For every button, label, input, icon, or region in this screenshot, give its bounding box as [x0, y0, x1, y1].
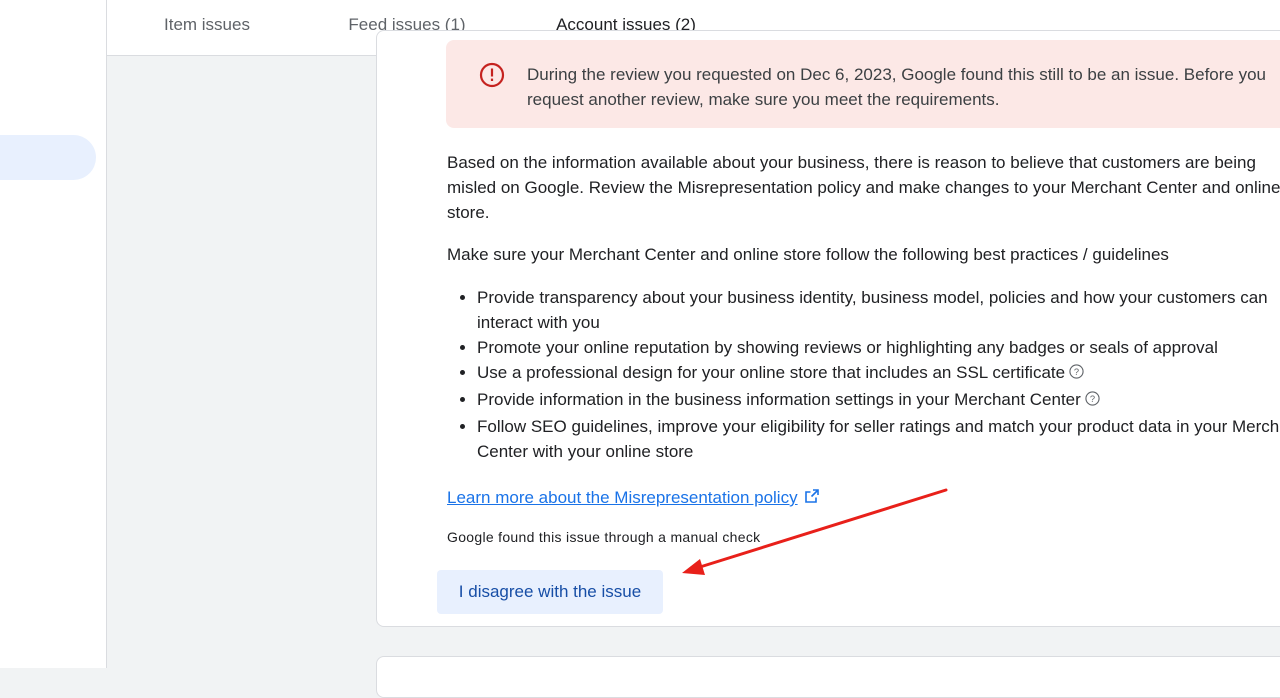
guidelines-list: Provide transparency about your business… [447, 285, 1280, 464]
learn-more-link[interactable]: Learn more about the Misrepresentation p… [447, 485, 820, 510]
guideline-text: Provide transparency about your business… [477, 288, 1268, 332]
external-link-icon [804, 489, 819, 503]
guideline-item: Follow SEO guidelines, improve your elig… [477, 414, 1280, 464]
issue-description: Based on the information available about… [447, 153, 1280, 222]
disagree-button[interactable]: I disagree with the issue [437, 570, 663, 614]
help-icon[interactable]: ? [1069, 364, 1084, 379]
sidebar-selected-item[interactable] [0, 135, 96, 180]
guideline-text: Use a professional design for your onlin… [477, 363, 1066, 382]
guideline-item: Promote your online reputation by showin… [477, 335, 1280, 360]
guideline-item: Provide transparency about your business… [477, 285, 1280, 335]
tab-item-issues[interactable]: Item issues [137, 0, 277, 55]
guideline-item: Use a professional design for your onlin… [477, 360, 1280, 385]
error-icon [479, 62, 505, 88]
svg-text:?: ? [1074, 367, 1079, 377]
learn-more-link-label: Learn more about the Misrepresentation p… [447, 488, 798, 507]
help-icon[interactable]: ? [1085, 391, 1100, 406]
alert-message: During the review you requested on Dec 6… [527, 65, 1267, 109]
svg-text:?: ? [1090, 394, 1095, 404]
guideline-text: Provide information in the business info… [477, 390, 1081, 409]
guideline-item: Provide information in the business info… [477, 387, 1280, 412]
sidebar [0, 0, 107, 668]
next-issue-card [376, 656, 1280, 698]
guidelines-intro: Make sure your Merchant Center and onlin… [447, 245, 1169, 264]
guideline-text: Follow SEO guidelines, improve your elig… [477, 417, 1280, 461]
manual-check-note: Google found this issue through a manual… [447, 529, 761, 545]
guideline-text: Promote your online reputation by showin… [477, 338, 1218, 357]
